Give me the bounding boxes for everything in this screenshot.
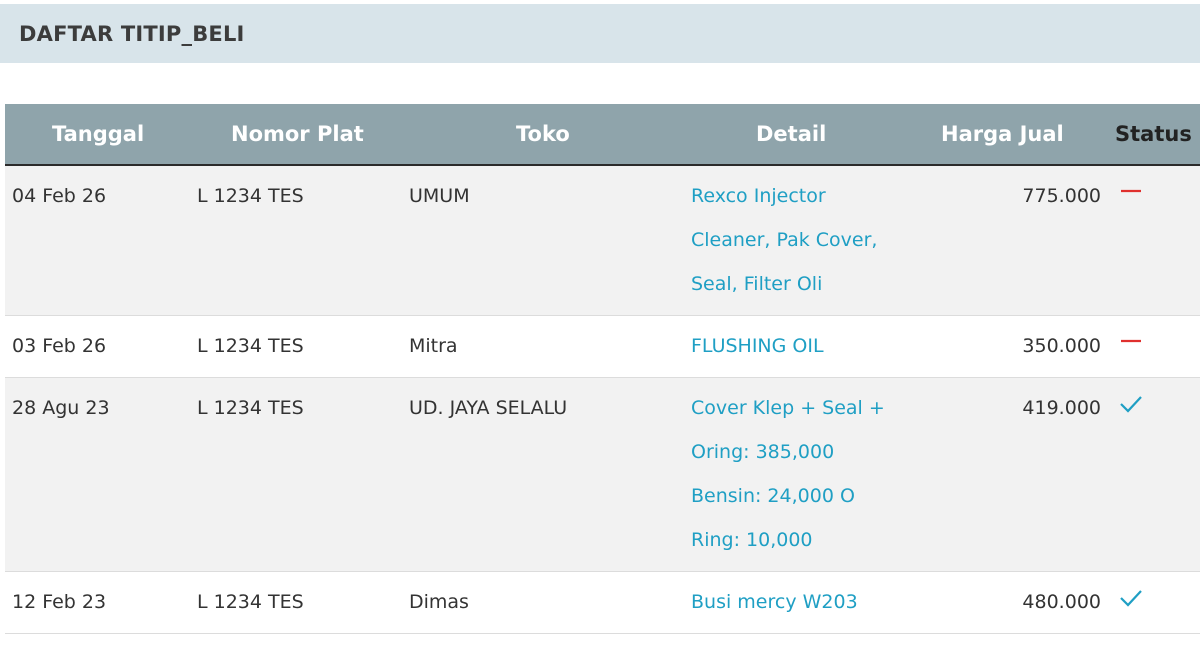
check-icon [1120,396,1142,413]
table-row[interactable]: 28 Agu 23 L 1234 TES UD. JAYA SELALU Cov… [5,378,1200,572]
cell-detail-link[interactable]: Rexco Injector Cleaner, Pak Cover, Seal,… [691,174,901,306]
cell-detail-link[interactable]: FLUSHING OIL [691,324,901,368]
titip-beli-table: Tanggal Nomor Plat Toko Detail Harga Jua… [5,104,1200,634]
cell-nomor-plat: L 1234 TES [197,335,304,357]
column-header-detail[interactable]: Detail [756,104,826,164]
column-header-tanggal[interactable]: Tanggal [52,104,144,164]
cell-nomor-plat: L 1234 TES [197,591,304,613]
table-row[interactable]: 04 Feb 26 L 1234 TES UMUM Rexco Injector… [5,166,1200,316]
cell-toko: Mitra [409,335,458,357]
cell-toko: UD. JAYA SELALU [409,397,568,419]
cell-toko: Dimas [409,591,469,613]
column-header-nomor-plat[interactable]: Nomor Plat [231,104,364,164]
cell-detail-link[interactable]: Busi mercy W203 [691,580,901,624]
cell-harga-jual: 480.000 [1022,591,1101,613]
column-header-harga-jual[interactable]: Harga Jual [941,104,1064,164]
cell-detail-link[interactable]: Cover Klep + Seal + Oring: 385,000 Bensi… [691,386,901,562]
table-header: Tanggal Nomor Plat Toko Detail Harga Jua… [5,104,1200,166]
check-icon [1120,590,1142,607]
cell-harga-jual: 419.000 [1022,397,1101,419]
column-header-status[interactable]: Status [1115,104,1192,164]
table-row[interactable]: 03 Feb 26 L 1234 TES Mitra FLUSHING OIL … [5,316,1200,378]
cell-tanggal: 12 Feb 23 [12,591,107,613]
cell-tanggal: 03 Feb 26 [12,335,107,357]
minus-icon [1121,339,1141,343]
page-title: DAFTAR TITIP_BELI [19,21,245,46]
cell-harga-jual: 350.000 [1022,335,1101,357]
minus-icon [1121,189,1141,193]
column-header-toko[interactable]: Toko [516,104,570,164]
cell-nomor-plat: L 1234 TES [197,185,304,207]
cell-harga-jual: 775.000 [1022,185,1101,207]
cell-nomor-plat: L 1234 TES [197,397,304,419]
cell-tanggal: 04 Feb 26 [12,185,107,207]
page-header: DAFTAR TITIP_BELI [0,4,1200,63]
cell-tanggal: 28 Agu 23 [12,397,110,419]
cell-toko: UMUM [409,185,470,207]
table-row[interactable]: 12 Feb 23 L 1234 TES Dimas Busi mercy W2… [5,572,1200,634]
